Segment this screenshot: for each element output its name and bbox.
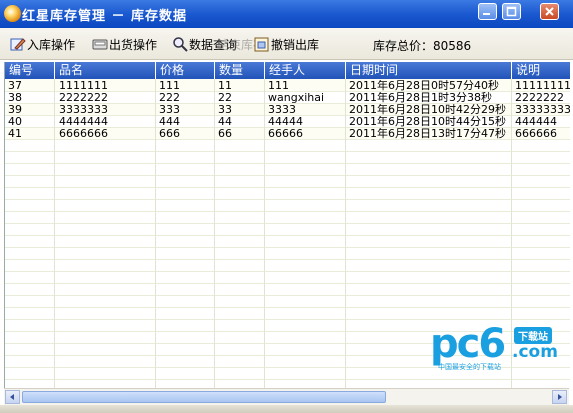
column-header-note[interactable]: 说明 xyxy=(512,62,570,79)
cell-quantity: 44 xyxy=(218,116,232,128)
cell-note: 2222222 xyxy=(515,92,564,104)
scroll-thumb[interactable] xyxy=(22,391,386,403)
arrow-right-icon xyxy=(558,394,562,400)
cell-price: 222 xyxy=(159,92,180,104)
window-bottom-border xyxy=(0,405,573,413)
total-label: 库存总价： xyxy=(373,39,434,53)
cell-name: 2222222 xyxy=(59,92,108,104)
title-bar: 红星库存管理 － 库存数据 xyxy=(0,0,573,28)
cell-handler: wangxihai xyxy=(268,92,325,104)
scroll-right-button[interactable] xyxy=(552,390,567,404)
cell-datetime: 2011年6月28日1时3分38秒 xyxy=(349,92,492,104)
cell-datetime: 2011年6月28日13时17分47秒 xyxy=(349,128,506,140)
table-row[interactable]: 37 1111111 111 11 111 2011年6月28日0时57分40秒… xyxy=(5,80,570,92)
table-header: 编号 品名 价格 数量 经手人 日期时间 说明 xyxy=(5,62,570,79)
table-row[interactable]: 40 4444444 444 44 44444 2011年6月28日10时44分… xyxy=(5,116,570,128)
cell-handler: 3333 xyxy=(268,104,296,116)
cell-datetime: 2011年6月28日10时44分15秒 xyxy=(349,116,506,128)
arrow-left-icon xyxy=(10,394,14,400)
scroll-left-button[interactable] xyxy=(5,390,20,404)
cancel-out-button[interactable]: 撤销出库 xyxy=(254,36,319,54)
cell-note: 11111111 xyxy=(515,80,570,92)
column-header-price[interactable]: 价格 xyxy=(156,62,215,79)
cell-price: 444 xyxy=(159,116,180,128)
minimize-icon xyxy=(483,13,490,15)
cell-handler: 44444 xyxy=(268,116,303,128)
cell-handler: 66666 xyxy=(268,128,303,140)
column-header-handler[interactable]: 经手人 xyxy=(265,62,346,79)
watermark-domain: .com xyxy=(512,342,558,362)
cell-note: 666666 xyxy=(515,128,557,140)
table-row[interactable]: 39 3333333 333 33 3333 2011年6月28日10时42分2… xyxy=(5,104,570,116)
stock-in-label: 入库操作 xyxy=(27,38,76,52)
watermark-logo: pc6 xyxy=(430,321,506,367)
pencil-icon xyxy=(10,36,26,52)
app-icon xyxy=(4,5,21,22)
close-icon xyxy=(545,7,554,16)
stock-in-button[interactable]: 入库操作 xyxy=(10,36,75,54)
window-title: 红星库存管理 － 库存数据 xyxy=(22,9,188,24)
watermark-slogan: 中国最安全的下载站 xyxy=(438,363,501,371)
cell-quantity: 22 xyxy=(218,92,232,104)
cell-price: 666 xyxy=(159,128,180,140)
horizontal-scrollbar[interactable] xyxy=(4,388,569,405)
cell-name: 3333333 xyxy=(59,104,108,116)
cell-quantity: 33 xyxy=(218,104,232,116)
column-header-datetime[interactable]: 日期时间 xyxy=(346,62,512,79)
column-header-name[interactable]: 品名 xyxy=(55,62,156,79)
cell-datetime: 2011年6月28日10时42分29秒 xyxy=(349,104,506,116)
box-icon xyxy=(92,36,108,52)
total-amount: 80586 xyxy=(433,39,472,53)
maximize-icon xyxy=(506,6,517,17)
cell-name: 6666666 xyxy=(59,128,108,140)
watermark: pc6 下载站 .com 中国最安全的下载站 xyxy=(430,322,565,372)
cell-quantity: 66 xyxy=(218,128,232,140)
table-row[interactable]: 38 2222222 222 22 wangxihai 2011年6月28日1时… xyxy=(5,92,570,104)
magnifier-icon xyxy=(172,36,188,52)
cell-datetime: 2011年6月28日0时57分40秒 xyxy=(349,80,499,92)
close-button[interactable] xyxy=(540,3,559,20)
cell-id: 40 xyxy=(8,116,22,128)
cell-id: 37 xyxy=(8,80,22,92)
cell-name: 4444444 xyxy=(59,116,108,128)
cell-id: 38 xyxy=(8,92,22,104)
cancel-out-label: 撤销出库 xyxy=(271,38,320,52)
minimize-button[interactable] xyxy=(478,3,497,20)
cell-quantity: 11 xyxy=(218,80,232,92)
stock-out-label: 出货操作 xyxy=(109,38,158,52)
table-row[interactable]: 41 6666666 666 66 66666 2011年6月28日13时17分… xyxy=(5,128,570,140)
cell-id: 39 xyxy=(8,104,22,116)
cell-price: 111 xyxy=(159,80,180,92)
column-header-id[interactable]: 编号 xyxy=(5,62,55,79)
total-value: 库存总价：80586 xyxy=(373,37,471,54)
cell-handler: 111 xyxy=(268,80,289,92)
cell-name: 1111111 xyxy=(59,80,108,92)
maximize-button[interactable] xyxy=(502,3,521,20)
cell-note: 444444 xyxy=(515,116,557,128)
cell-price: 333 xyxy=(159,104,180,116)
stock-out-button[interactable]: 出货操作 xyxy=(92,36,157,54)
undo-box-icon xyxy=(254,36,270,52)
cell-id: 41 xyxy=(8,128,22,140)
cell-note: 333333333 xyxy=(515,104,570,116)
column-header-quantity[interactable]: 数量 xyxy=(215,62,265,79)
